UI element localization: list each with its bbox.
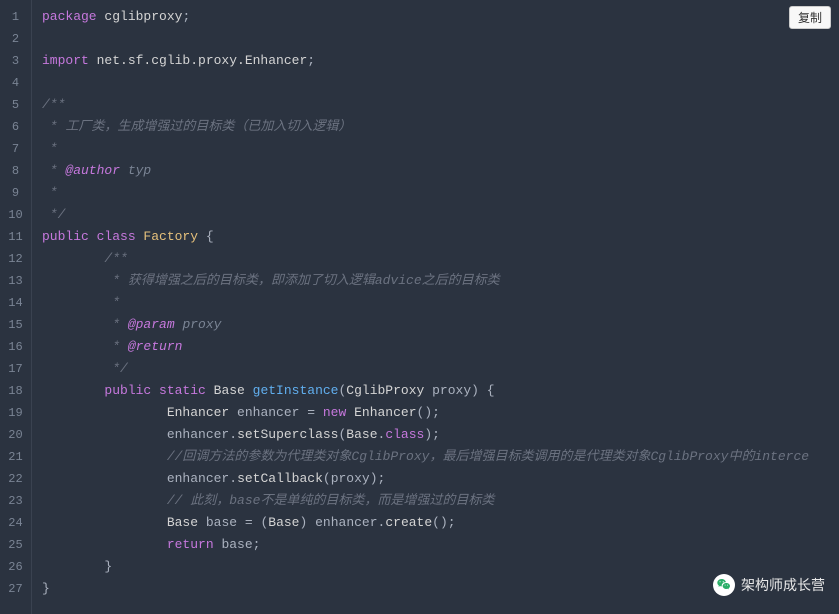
line-number: 22 [0,468,31,490]
code-line [42,72,839,94]
code-editor: 1234567891011121314151617181920212223242… [0,0,839,614]
line-number-gutter: 1234567891011121314151617181920212223242… [0,0,32,614]
code-line: // 此刻，base不是单纯的目标类，而是增强过的目标类 [42,490,839,512]
code-line: * @return [42,336,839,358]
line-number: 18 [0,380,31,402]
line-number: 13 [0,270,31,292]
code-line: * 工厂类，生成增强过的目标类（已加入切入逻辑） [42,116,839,138]
code-line: import net.sf.cglib.proxy.Enhancer; [42,50,839,72]
code-line: /** [42,94,839,116]
line-number: 17 [0,358,31,380]
line-number: 24 [0,512,31,534]
watermark-text: 架构师成长营 [741,575,825,595]
line-number: 14 [0,292,31,314]
code-line: enhancer.setSuperclass(Base.class); [42,424,839,446]
line-number: 26 [0,556,31,578]
line-number: 10 [0,204,31,226]
code-line: public static Base getInstance(CglibProx… [42,380,839,402]
line-number: 9 [0,182,31,204]
code-line: * [42,182,839,204]
line-number: 23 [0,490,31,512]
code-line: //回调方法的参数为代理类对象CglibProxy，最后增强目标类调用的是代理类… [42,446,839,468]
line-number: 27 [0,578,31,600]
code-line: */ [42,204,839,226]
copy-button[interactable]: 复制 [789,6,831,29]
line-number: 19 [0,402,31,424]
line-number: 6 [0,116,31,138]
code-line: /** [42,248,839,270]
watermark: 架构师成长营 [713,574,825,596]
code-line: package cglibproxy; [42,6,839,28]
code-line: * @author typ [42,160,839,182]
line-number: 3 [0,50,31,72]
line-number: 25 [0,534,31,556]
line-number: 21 [0,446,31,468]
code-content[interactable]: package cglibproxy; import net.sf.cglib.… [32,0,839,614]
code-line: * @param proxy [42,314,839,336]
code-line: * 获得增强之后的目标类，即添加了切入逻辑advice之后的目标类 [42,270,839,292]
line-number: 1 [0,6,31,28]
line-number: 5 [0,94,31,116]
code-line: * [42,292,839,314]
code-line [42,28,839,50]
line-number: 15 [0,314,31,336]
line-number: 8 [0,160,31,182]
code-line: return base; [42,534,839,556]
line-number: 20 [0,424,31,446]
line-number: 7 [0,138,31,160]
line-number: 11 [0,226,31,248]
code-line: * [42,138,839,160]
wechat-icon [713,574,735,596]
line-number: 4 [0,72,31,94]
line-number: 16 [0,336,31,358]
code-line: */ [42,358,839,380]
code-line: Base base = (Base) enhancer.create(); [42,512,839,534]
code-line: public class Factory { [42,226,839,248]
line-number: 12 [0,248,31,270]
code-line: enhancer.setCallback(proxy); [42,468,839,490]
line-number: 2 [0,28,31,50]
code-line: Enhancer enhancer = new Enhancer(); [42,402,839,424]
